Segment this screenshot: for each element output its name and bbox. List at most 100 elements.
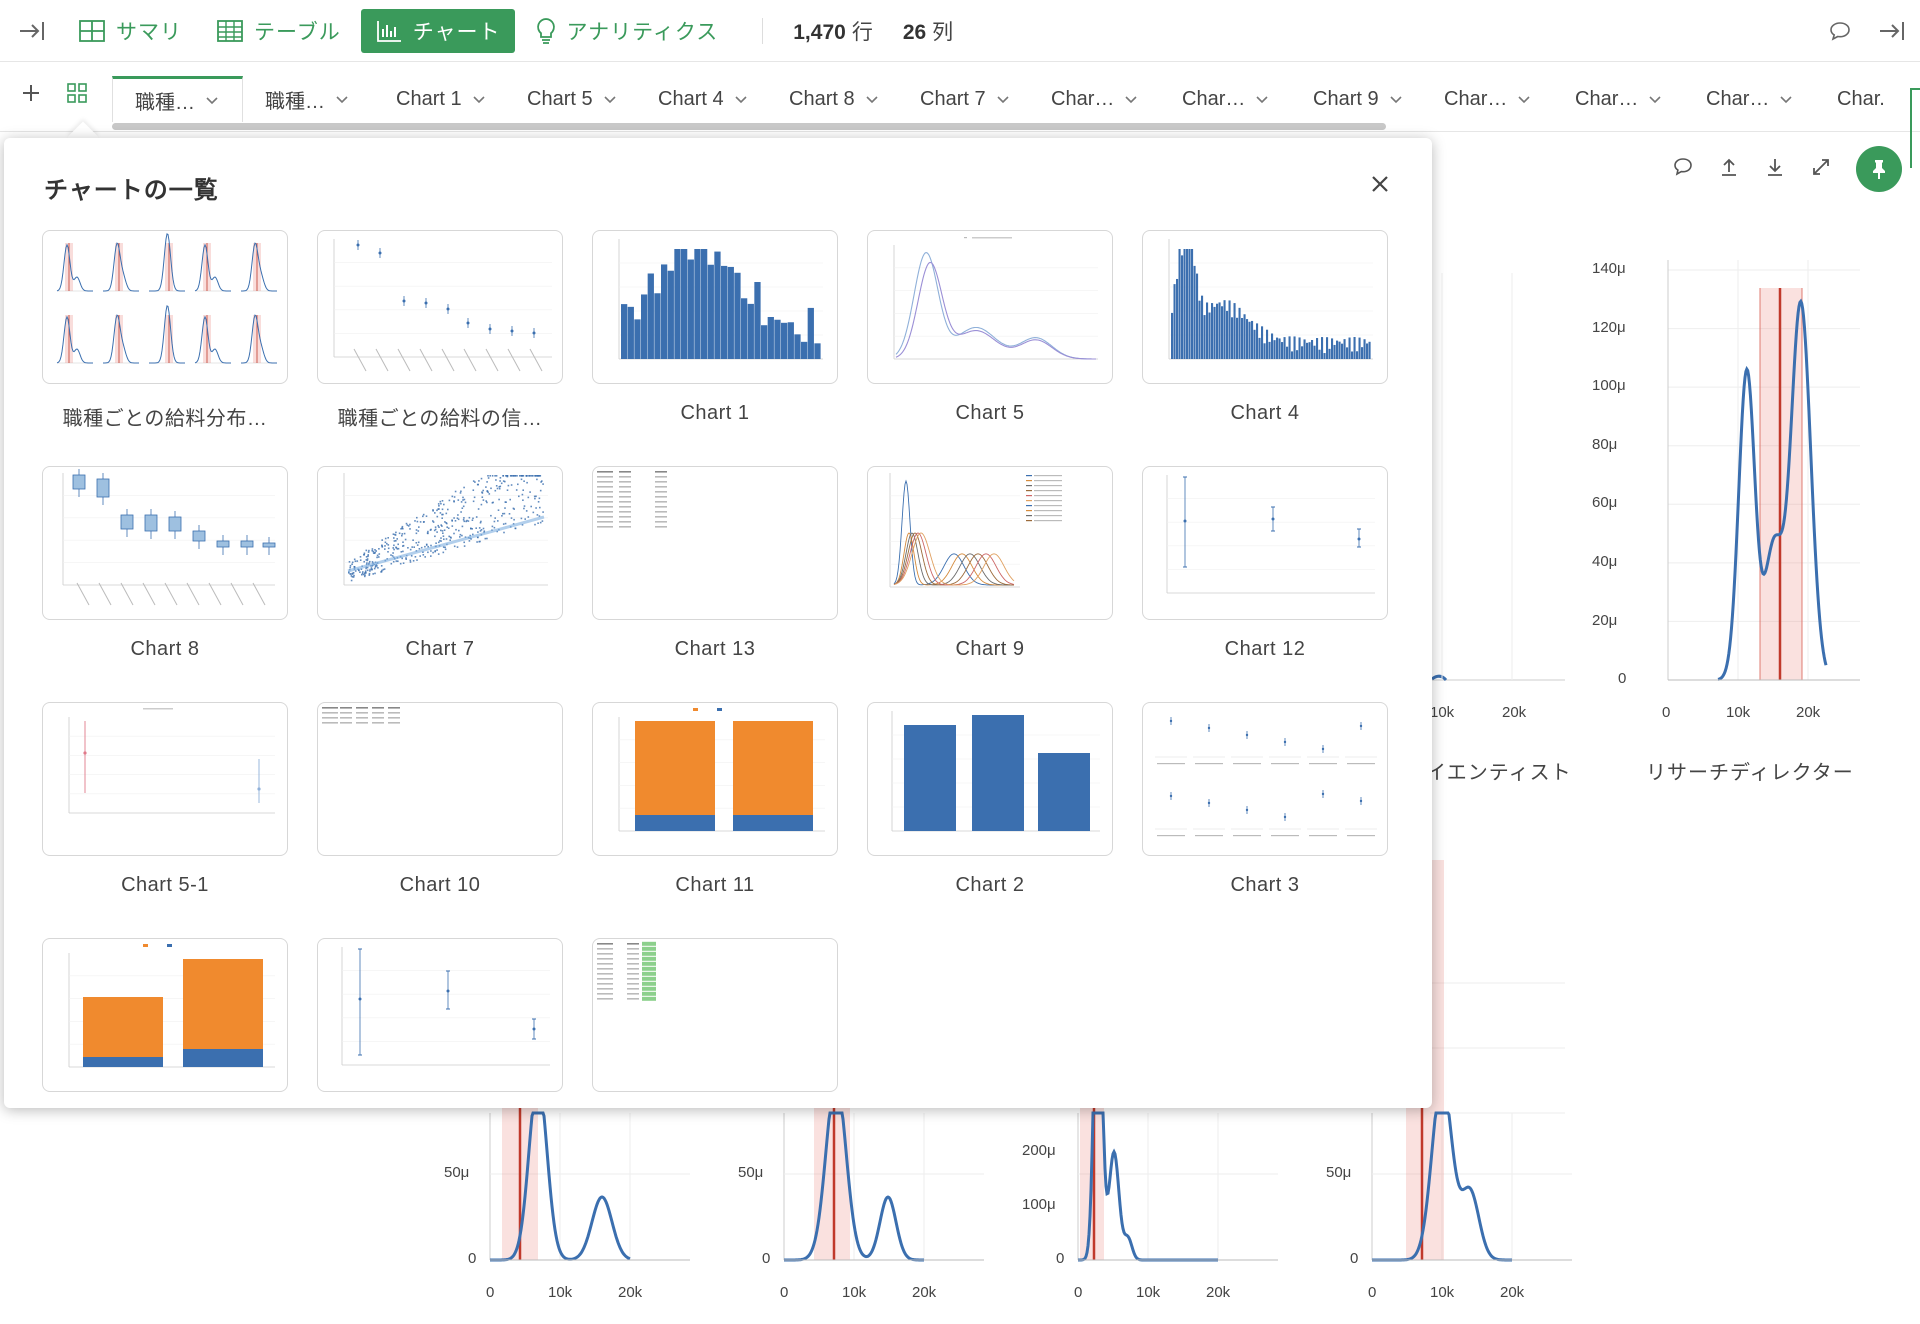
- mode-tab-summary[interactable]: サマリ: [64, 9, 196, 53]
- chart-thumbnail[interactable]: [1142, 230, 1388, 384]
- pin-button[interactable]: [1856, 146, 1902, 192]
- add-chart-button[interactable]: [20, 82, 42, 109]
- chart-thumbnail[interactable]: [42, 230, 288, 384]
- chevron-down-icon[interactable]: [996, 88, 1010, 111]
- mode-tab-lightbulb[interactable]: アナリティクス: [521, 9, 733, 53]
- chart-thumbnail[interactable]: [317, 466, 563, 620]
- chart-thumbnail[interactable]: [592, 230, 838, 384]
- chart-tab[interactable]: Char…: [1422, 76, 1553, 122]
- chart-card[interactable]: [592, 938, 838, 1110]
- chart-tab[interactable]: Char…: [1029, 76, 1160, 122]
- chevron-down-icon[interactable]: [865, 88, 879, 111]
- lightbulb-icon: [535, 17, 567, 45]
- chart-preview-density-two: [893, 237, 1098, 360]
- upload-icon[interactable]: [1718, 156, 1740, 183]
- chart-card[interactable]: Chart 1: [592, 230, 838, 425]
- chart-thumbnail[interactable]: [867, 230, 1113, 384]
- chart-thumbnail[interactable]: [867, 702, 1113, 856]
- chart-card[interactable]: Chart 8: [42, 466, 288, 661]
- chart-thumbnail[interactable]: [42, 938, 288, 1092]
- x-tick: 10k: [842, 1284, 867, 1301]
- chart-card-label: Chart 11: [675, 874, 755, 896]
- chart-tab[interactable]: Char…: [1160, 76, 1291, 122]
- chart-thumbnail[interactable]: [1142, 702, 1388, 856]
- chevron-down-icon[interactable]: [205, 89, 219, 112]
- chart-thumbnail[interactable]: [317, 230, 563, 384]
- chart-card[interactable]: Chart 5-1: [42, 702, 288, 897]
- chart-card-label: Chart 9: [955, 638, 1025, 660]
- chart-tab[interactable]: Char…: [1684, 76, 1815, 122]
- chart-card[interactable]: [317, 938, 563, 1110]
- comment-icon[interactable]: [1672, 156, 1694, 183]
- arrow-to-line-icon: [1880, 22, 1904, 40]
- chart-preview-bar-three: [891, 711, 1100, 832]
- chart-card[interactable]: Chart 5: [867, 230, 1113, 425]
- tab-scrollbar[interactable]: [112, 123, 1386, 130]
- x-tick: 20k: [1502, 704, 1527, 721]
- download-icon[interactable]: [1764, 156, 1786, 183]
- chart-card[interactable]: Chart 3: [1142, 702, 1388, 897]
- chart-thumbnail[interactable]: [867, 466, 1113, 620]
- chart-tab[interactable]: Chart 1: [374, 76, 505, 122]
- y-tick: 0: [1056, 1250, 1065, 1267]
- chart-tab[interactable]: Char…: [1553, 76, 1684, 122]
- chart-card[interactable]: Chart 9: [867, 466, 1113, 661]
- chevron-down-icon[interactable]: [1648, 88, 1662, 111]
- chart-tab[interactable]: Char.: [1815, 76, 1920, 122]
- chart-card[interactable]: Chart 10: [317, 702, 563, 897]
- chart-preview-table-wide: [322, 707, 400, 724]
- chart-thumbnail[interactable]: [42, 466, 288, 620]
- collapse-right-button[interactable]: [1864, 0, 1920, 62]
- chart-tab[interactable]: Chart 9: [1291, 76, 1422, 122]
- chart-tab-label: 職種…: [135, 92, 195, 114]
- chart-preview-stacked-100: [618, 708, 825, 832]
- chart-tab[interactable]: Chart 7: [898, 76, 1029, 122]
- chart-tab[interactable]: Chart 8: [767, 76, 898, 122]
- chart-card[interactable]: Chart 7: [317, 466, 563, 661]
- chart-thumbnail[interactable]: [592, 466, 838, 620]
- comment-panel-button[interactable]: [1816, 0, 1864, 62]
- chart-thumbnail[interactable]: [1142, 466, 1388, 620]
- chevron-down-icon[interactable]: [1389, 88, 1403, 111]
- chevron-down-icon[interactable]: [472, 88, 486, 111]
- chevron-down-icon[interactable]: [1779, 88, 1793, 111]
- mode-tab-chart[interactable]: チャート: [360, 8, 515, 53]
- chart-card[interactable]: Chart 12: [1142, 466, 1388, 661]
- chart-card-label: Chart 4: [1230, 402, 1300, 424]
- chart-card[interactable]: 職種ごとの給料分布…: [42, 230, 288, 431]
- chart-card[interactable]: [42, 938, 288, 1110]
- chart-card-label: Chart 13: [674, 638, 756, 660]
- chart-preview-stacked-two: [68, 944, 275, 1068]
- chart-tab[interactable]: 職種…: [243, 76, 374, 122]
- chart-tab-label: Chart 5: [527, 87, 593, 110]
- close-button[interactable]: [1368, 172, 1392, 196]
- chart-thumbnail[interactable]: [317, 938, 563, 1092]
- expand-icon[interactable]: [1810, 156, 1832, 183]
- chart-tab[interactable]: Chart 5: [505, 76, 636, 122]
- chevron-down-icon[interactable]: [1517, 88, 1531, 111]
- chart-card[interactable]: 職種ごとの給料の信…: [317, 230, 563, 431]
- chevron-down-icon[interactable]: [335, 88, 349, 111]
- chart-thumbnail[interactable]: [592, 702, 838, 856]
- collapse-left-button[interactable]: [0, 0, 64, 62]
- chart-thumbnail[interactable]: [317, 702, 563, 856]
- chevron-down-icon[interactable]: [1255, 88, 1269, 111]
- chevron-down-icon[interactable]: [603, 88, 617, 111]
- chart-card[interactable]: Chart 2: [867, 702, 1113, 897]
- chart-list-button[interactable]: [66, 82, 88, 109]
- chart-tab[interactable]: Chart 4: [636, 76, 767, 122]
- facet-title-partial: イエンティスト: [1426, 762, 1572, 784]
- chart-card[interactable]: Chart 11: [592, 702, 838, 897]
- chart-preview-histogram: [618, 239, 823, 360]
- mode-label: サマリ: [116, 20, 182, 44]
- chart-thumbnail[interactable]: [592, 938, 838, 1092]
- chevron-down-icon[interactable]: [734, 88, 748, 111]
- mode-tab-table[interactable]: テーブル: [202, 9, 355, 53]
- chart-tab[interactable]: 職種…: [112, 76, 243, 122]
- x-tick: 10k: [548, 1284, 573, 1301]
- chart-card[interactable]: Chart 4: [1142, 230, 1388, 425]
- chart-thumbnail[interactable]: [42, 702, 288, 856]
- close-icon: [1372, 176, 1388, 192]
- chevron-down-icon[interactable]: [1124, 88, 1138, 111]
- chart-card[interactable]: Chart 13: [592, 466, 838, 661]
